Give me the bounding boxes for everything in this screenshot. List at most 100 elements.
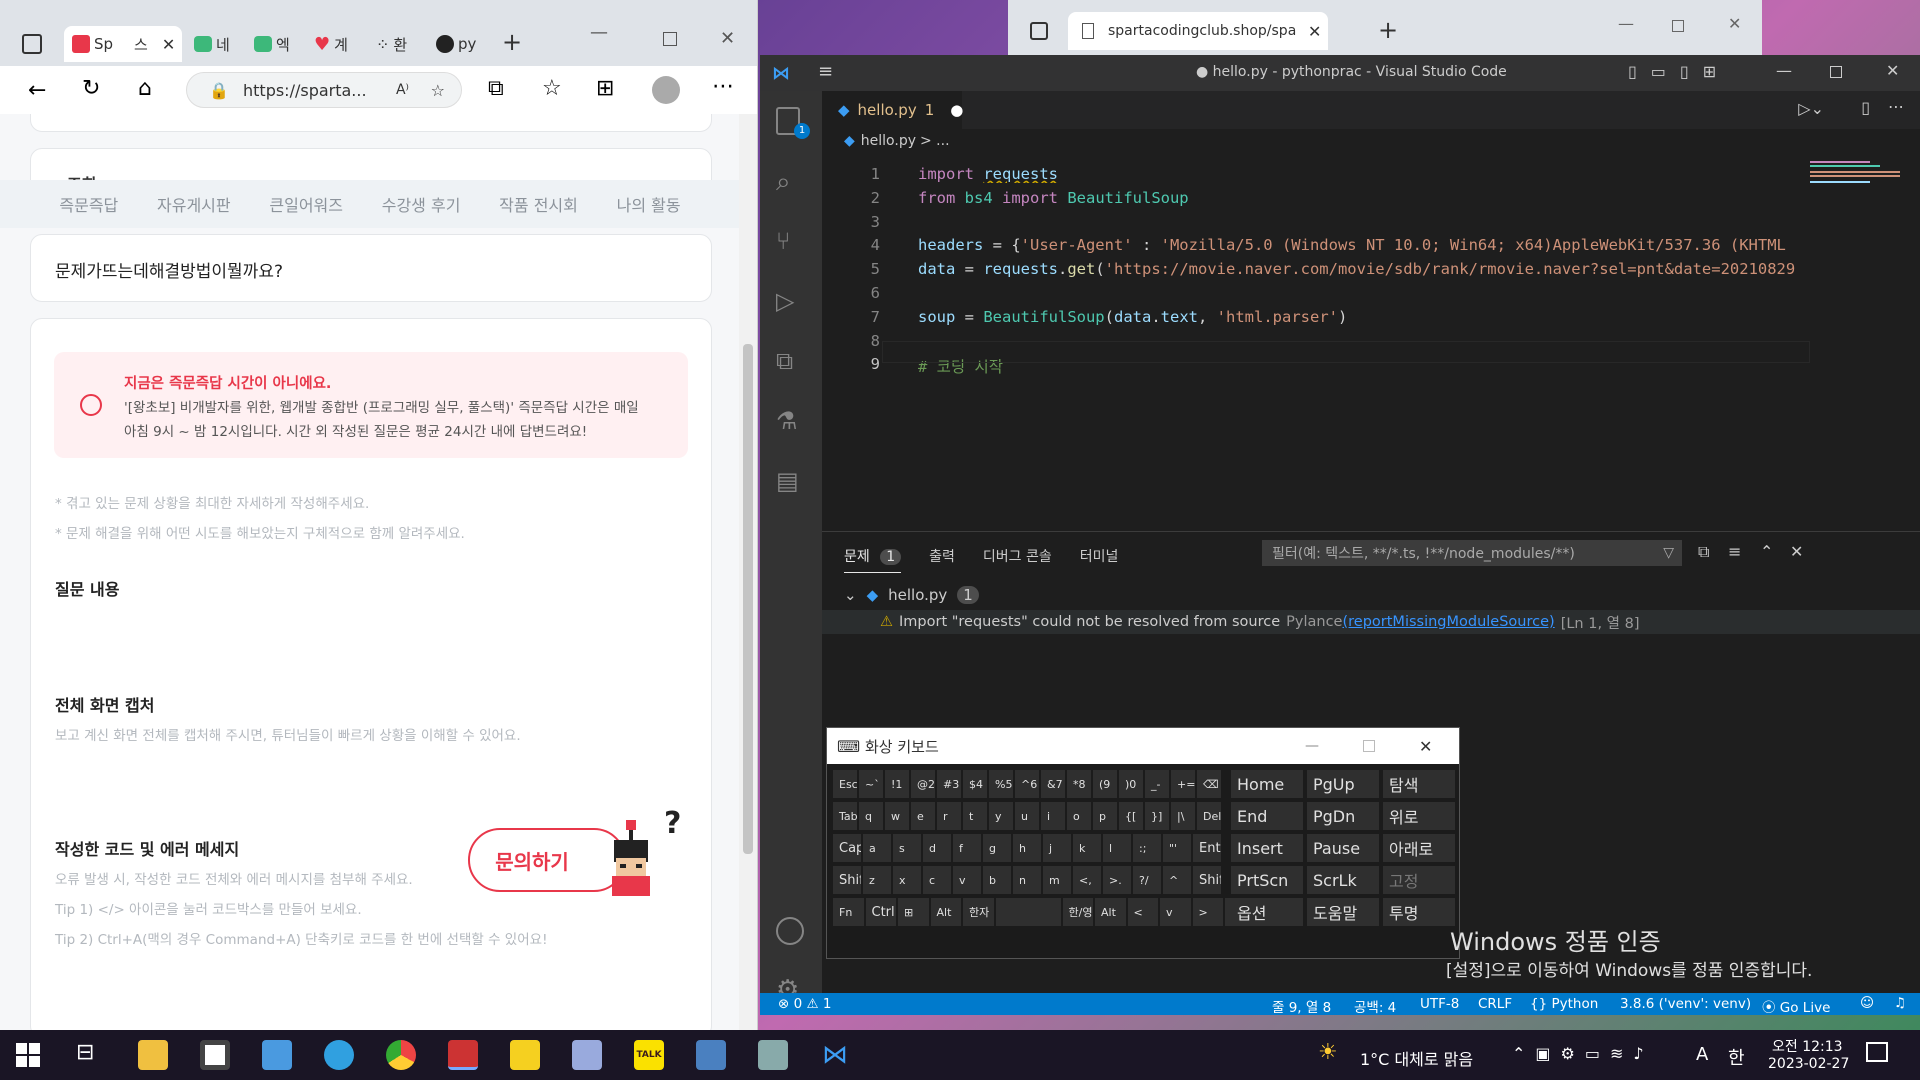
key[interactable]: x — [893, 866, 921, 894]
key[interactable]: o — [1067, 802, 1091, 830]
clock-date[interactable]: 2023-02-27 — [1768, 1056, 1849, 1072]
key[interactable]: Enter — [1193, 834, 1221, 862]
tab-6[interactable]: ⁘ 환 — [376, 26, 407, 62]
key[interactable]: v — [953, 866, 981, 894]
close-window-button[interactable]: ✕ — [1728, 14, 1741, 33]
new-tab-button[interactable]: + — [502, 28, 522, 56]
run-debug-icon[interactable]: ▷ — [776, 287, 806, 317]
control-panel-icon[interactable] — [696, 1040, 726, 1070]
sticky-notes-icon[interactable] — [510, 1040, 540, 1070]
minimize-button[interactable]: — — [1305, 738, 1319, 754]
key[interactable]: p — [1093, 802, 1117, 830]
clock-time[interactable]: 오전 12:13 — [1772, 1036, 1843, 1056]
home-icon[interactable]: ⌂ — [138, 76, 152, 101]
nav-reviews[interactable]: 수강생 후기 — [382, 192, 461, 216]
tab-3[interactable]: 네 — [194, 26, 230, 62]
key[interactable]: b — [983, 866, 1011, 894]
key[interactable]: $4 — [963, 770, 987, 798]
key[interactable]: k — [1073, 834, 1101, 862]
key[interactable]: {[ — [1119, 802, 1143, 830]
key[interactable]: Shift — [833, 866, 861, 894]
problems-status[interactable]: ⊗ 0 ⚠ 1 — [778, 996, 831, 1012]
problem-code-link[interactable]: (reportMissingModuleSource) — [1342, 614, 1554, 630]
tab-5[interactable]: ♥ 계 — [314, 26, 348, 62]
key[interactable]: ?/ — [1133, 866, 1161, 894]
run-python-icon[interactable]: ▷⌄ — [1798, 99, 1824, 118]
tab-debug-console[interactable]: 디버그 콘솔 — [983, 546, 1052, 573]
back-icon[interactable]: ← — [28, 78, 46, 103]
key[interactable]: ⊞ — [898, 898, 929, 926]
start-windows-icon[interactable] — [16, 1043, 40, 1067]
key[interactable]: Fn — [833, 898, 864, 926]
minimap[interactable] — [1810, 161, 1910, 201]
indentation[interactable]: 공백: 4 — [1354, 996, 1396, 1016]
ime-mode[interactable]: 한 — [1728, 1044, 1745, 1070]
key[interactable]: u — [1015, 802, 1039, 830]
notification-center-icon[interactable] — [1866, 1042, 1888, 1062]
input-language[interactable]: A — [1696, 1044, 1708, 1065]
testing-icon[interactable]: ⚗ — [776, 407, 806, 437]
extensions-icon[interactable]: ⧉ — [776, 347, 806, 377]
problem-file-row[interactable]: ⌄ ◆ hello.py 1 — [844, 586, 979, 604]
key[interactable]: s — [893, 834, 921, 862]
tab-terminal[interactable]: 터미널 — [1080, 546, 1119, 573]
nav-gallery[interactable]: 작품 전시회 — [499, 192, 578, 216]
notepad-icon[interactable] — [572, 1040, 602, 1070]
page-scrollbar[interactable] — [739, 114, 757, 1030]
more-menu-icon[interactable]: ⋯ — [712, 74, 734, 99]
tab-2[interactable]: 스 ✕ — [134, 26, 175, 62]
tab-output[interactable]: 출력 — [929, 546, 955, 573]
close-window-button[interactable]: ✕ — [720, 28, 735, 49]
maximize-button[interactable] — [1363, 740, 1375, 752]
key[interactable]: q — [859, 802, 883, 830]
tab-active[interactable]: spartacodingclub.shop/sparta_ap ✕ — [1068, 12, 1328, 50]
key[interactable]: "' — [1163, 834, 1191, 862]
key[interactable]: Ctrl — [865, 898, 896, 926]
key[interactable]: z — [863, 866, 891, 894]
key[interactable]: r — [937, 802, 961, 830]
unsaved-dot-icon[interactable]: ● — [950, 101, 963, 119]
key[interactable]: y — [989, 802, 1013, 830]
nav-key[interactable]: PgDn — [1307, 802, 1379, 830]
read-aloud-icon[interactable]: A⁾ — [396, 82, 409, 98]
nav-key[interactable]: Home — [1231, 770, 1303, 798]
key[interactable]: _- — [1145, 770, 1169, 798]
code-editor[interactable]: 1 import requests 2 from bs4 import Beautif… — [822, 153, 1920, 531]
key[interactable]: @2 — [911, 770, 935, 798]
refresh-icon[interactable]: ↻ — [82, 76, 100, 101]
view-as-list-icon[interactable]: ≡ — [1728, 542, 1741, 561]
breadcrumb-rest[interactable]: > ... — [920, 133, 950, 149]
close-icon[interactable]: ✕ — [162, 35, 175, 54]
tab-7[interactable]: py — [436, 26, 476, 62]
key[interactable]: ^ — [1163, 866, 1191, 894]
nav-key[interactable]: Insert — [1231, 834, 1303, 862]
key[interactable]: )0 — [1119, 770, 1143, 798]
feedback-icon[interactable]: ☺ — [1860, 995, 1874, 1011]
chrome-icon[interactable] — [386, 1040, 416, 1070]
python-interpreter[interactable]: 3.8.6 ('venv': venv) — [1620, 996, 1751, 1012]
extensions-icon[interactable]: ⧉ — [488, 76, 504, 101]
key[interactable]: %5 — [989, 770, 1013, 798]
profile-avatar[interactable] — [652, 76, 680, 104]
key[interactable]: ~` — [859, 770, 883, 798]
close-panel-icon[interactable]: ✕ — [1790, 542, 1803, 561]
nav-key[interactable]: 도움말 — [1307, 898, 1379, 926]
nav-free-board[interactable]: 자유게시판 — [157, 192, 231, 216]
nav-key[interactable]: 탐색 — [1383, 770, 1455, 798]
key[interactable]: >. — [1103, 866, 1131, 894]
key[interactable]: t — [963, 802, 987, 830]
breadcrumb-file[interactable]: hello.py — [861, 133, 916, 149]
nav-key[interactable]: End — [1231, 802, 1303, 830]
source-control-icon[interactable]: ⑂ — [776, 227, 806, 257]
key[interactable]: ^6 — [1015, 770, 1039, 798]
key[interactable]: i — [1041, 802, 1065, 830]
key[interactable]: < — [1127, 898, 1158, 926]
collections-icon[interactable]: ⊞ — [596, 76, 614, 101]
key[interactable]: (9 — [1093, 770, 1117, 798]
maximize-button[interactable] — [1830, 66, 1842, 78]
key[interactable]: > — [1192, 898, 1223, 926]
key[interactable] — [995, 898, 1061, 926]
more-actions-icon[interactable]: ⋯ — [1888, 97, 1904, 116]
key[interactable]: ⌫ — [1197, 770, 1221, 798]
nav-key[interactable]: 고정 — [1383, 866, 1455, 894]
